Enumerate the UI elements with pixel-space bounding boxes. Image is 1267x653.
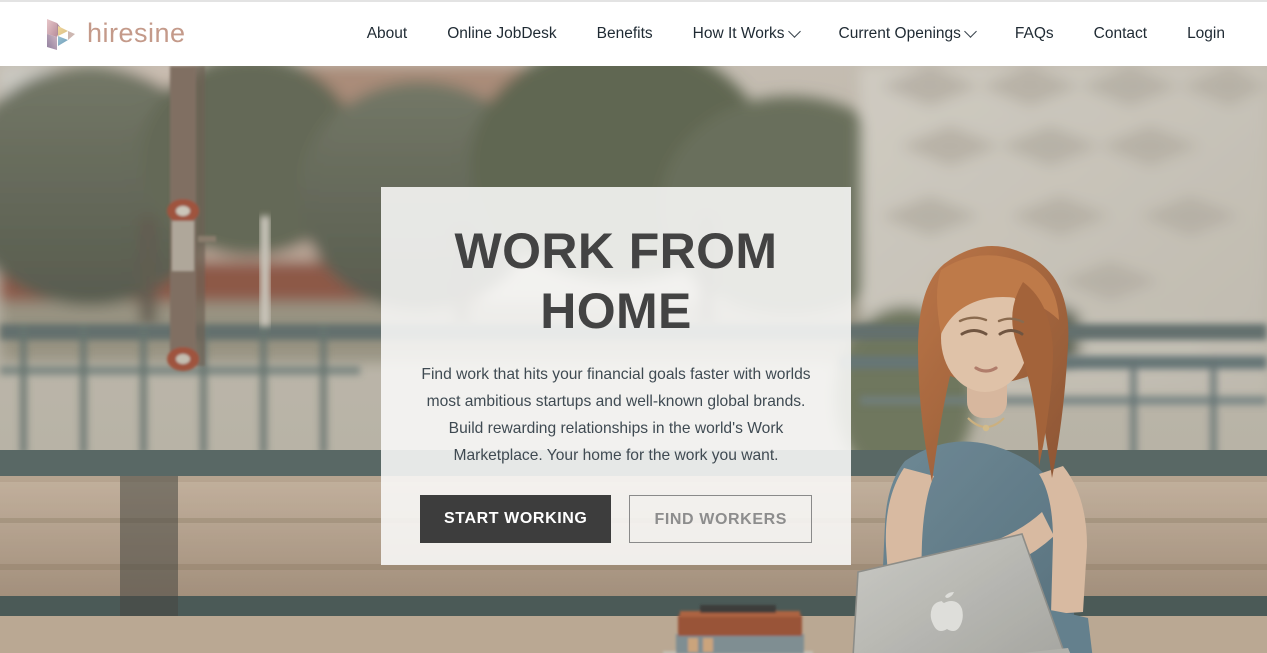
site-header: hiresine About Online JobDesk Benefits H… [0, 2, 1267, 66]
nav-item-online-jobdesk[interactable]: Online JobDesk [427, 19, 576, 49]
hero-description: Find work that hits your financial goals… [421, 366, 811, 464]
landing-page: hiresine About Online JobDesk Benefits H… [0, 0, 1267, 653]
nav-item-about[interactable]: About [347, 19, 428, 49]
main-navigation: About Online JobDesk Benefits How It Wor… [347, 19, 1225, 49]
find-workers-button[interactable]: FIND WORKERS [629, 495, 813, 543]
nav-label: Current Openings [838, 25, 961, 42]
hero-content-card: WORK FROM HOME Find work that hits your … [381, 187, 851, 565]
nav-item-login[interactable]: Login [1167, 19, 1225, 49]
nav-label: Contact [1093, 25, 1148, 42]
nav-label: About [366, 25, 408, 42]
nav-label: Login [1187, 25, 1225, 42]
hero-cta-group: START WORKING FIND WORKERS [419, 495, 813, 543]
nav-label: How It Works [692, 25, 785, 42]
hero-section: WORK FROM HOME Find work that hits your … [0, 66, 1267, 653]
start-working-button[interactable]: START WORKING [419, 495, 612, 543]
nav-item-benefits[interactable]: Benefits [577, 19, 673, 49]
hero-title: WORK FROM HOME [454, 223, 778, 339]
chevron-down-icon [787, 24, 801, 38]
nav-label: FAQs [1014, 25, 1054, 42]
nav-label: Benefits [596, 25, 653, 42]
brand-logo-link[interactable]: hiresine [44, 16, 186, 52]
nav-item-current-openings[interactable]: Current Openings [819, 19, 995, 49]
brand-name: hiresine [87, 17, 186, 48]
nav-item-faqs[interactable]: FAQs [995, 19, 1074, 49]
nav-item-how-it-works[interactable]: How It Works [673, 19, 819, 49]
hiresine-logo-icon [47, 19, 75, 50]
chevron-down-icon [964, 24, 977, 38]
nav-item-contact[interactable]: Contact [1074, 19, 1167, 49]
nav-label: Online JobDesk [447, 25, 557, 42]
